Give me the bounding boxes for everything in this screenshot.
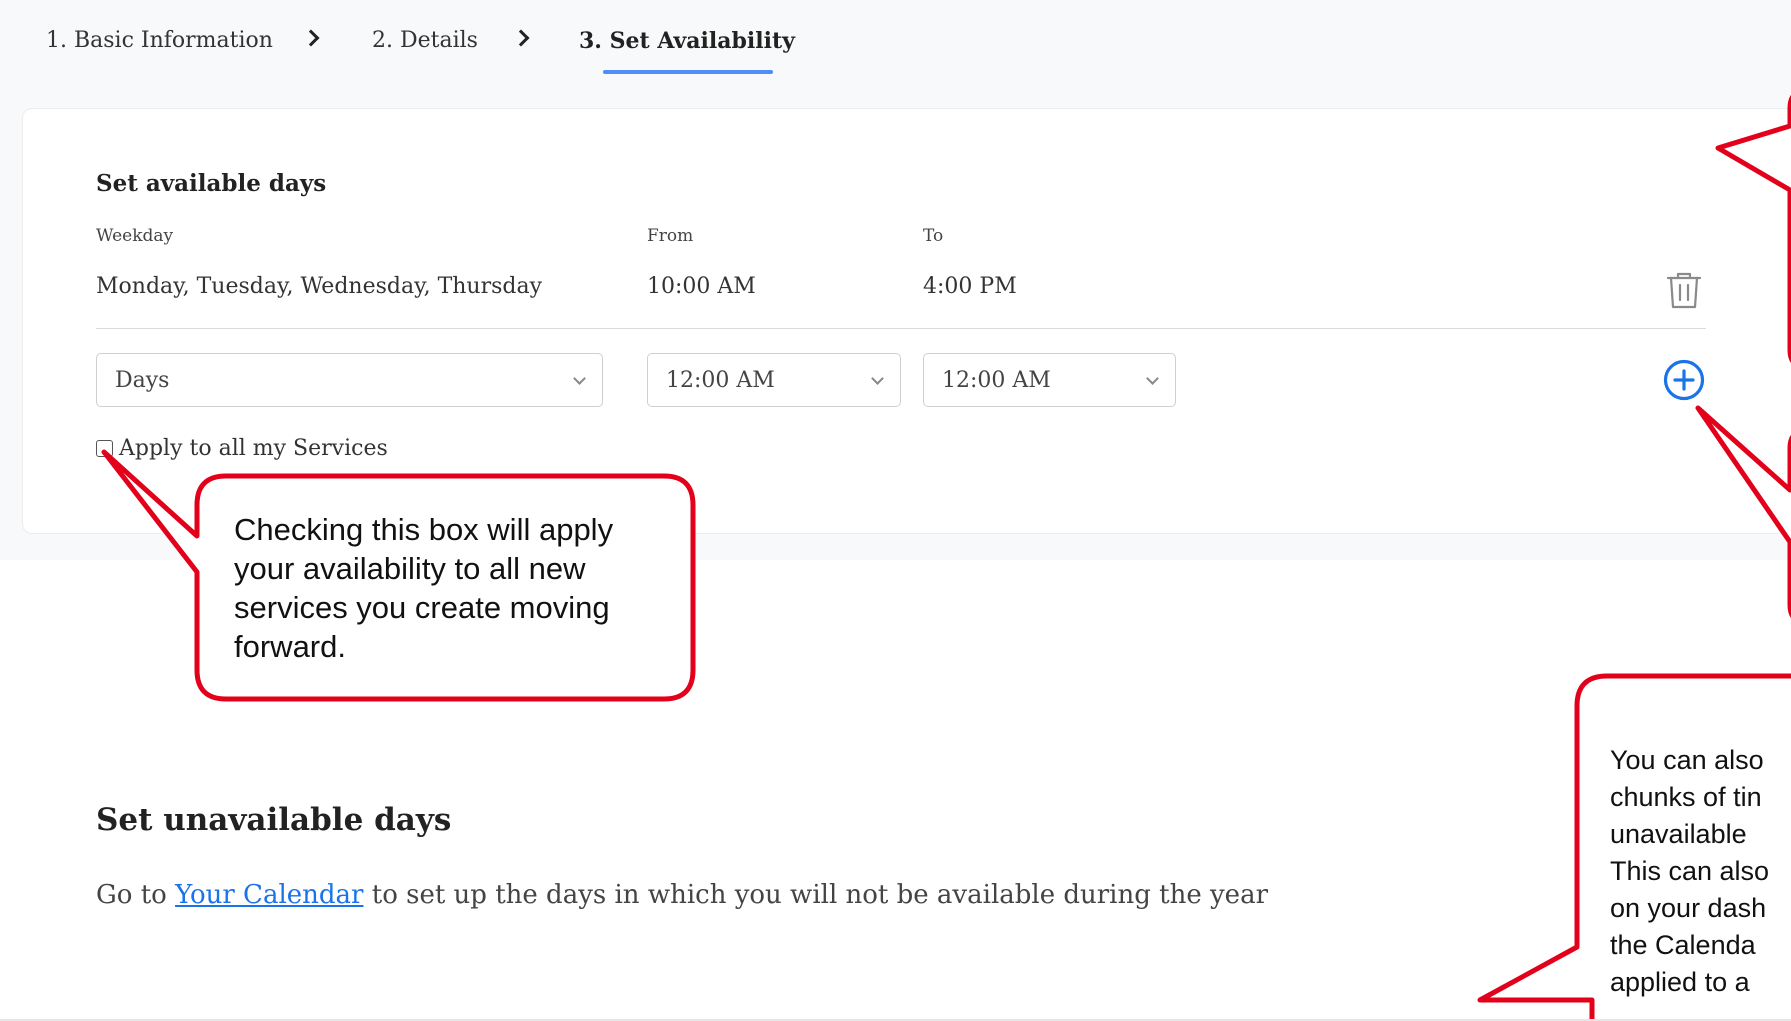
callout-calendar-line: on your dash xyxy=(1610,893,1767,923)
callout-checkbox-text: Checking this box will apply your availa… xyxy=(234,512,614,664)
callout-calendar-line: unavailable xyxy=(1610,819,1747,849)
callout-plus-pointer xyxy=(1695,405,1791,619)
callout-calendar-line: You can also xyxy=(1610,745,1764,775)
callout-calendar-line: chunks of tin xyxy=(1610,782,1762,812)
callout-top-right xyxy=(1715,94,1791,364)
callout-calendar-text: You can also chunks of tin unavailable T… xyxy=(1610,742,1791,1001)
callout-calendar-line: This can also xyxy=(1610,856,1770,886)
callout-calendar-line: the Calenda xyxy=(1610,930,1756,960)
callout-calendar-line: applied to a xyxy=(1610,967,1750,997)
